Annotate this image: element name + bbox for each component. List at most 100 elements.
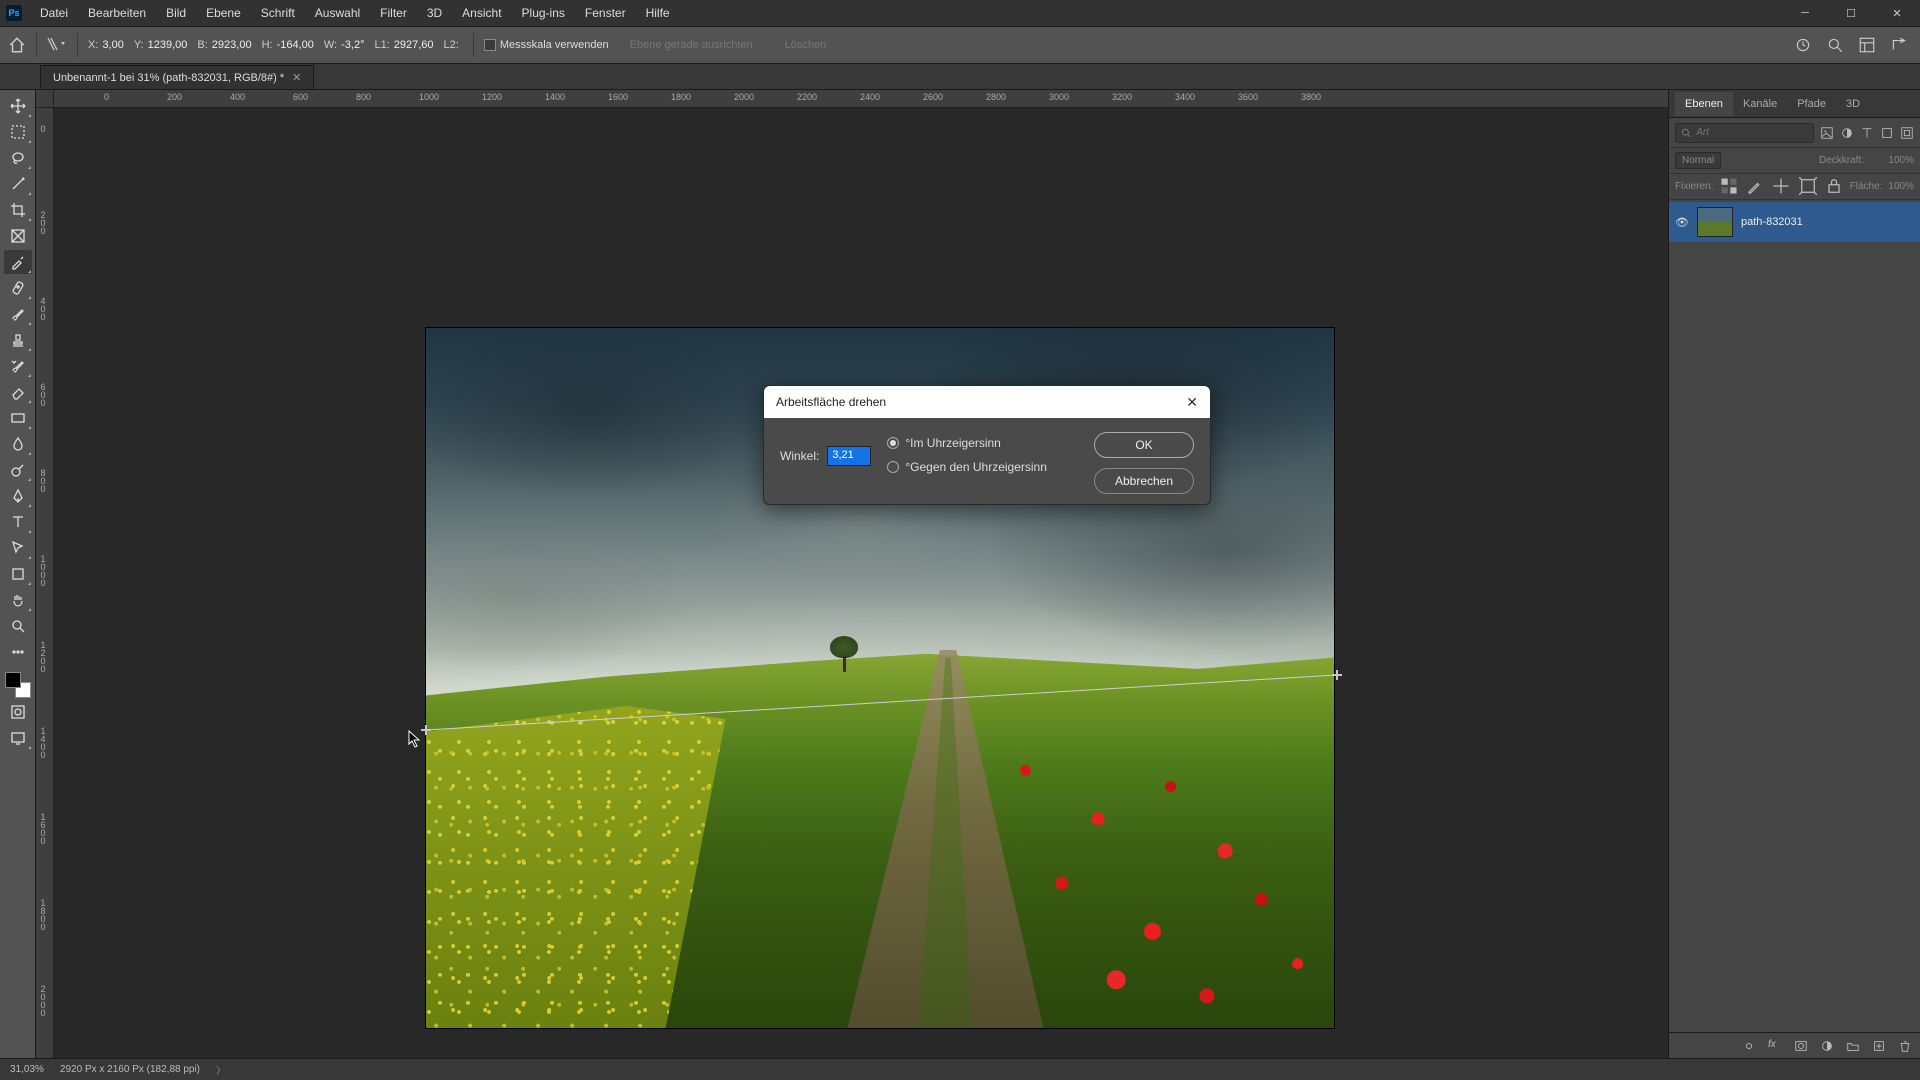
lock-pixels-icon[interactable] xyxy=(1719,176,1739,196)
lock-all-icon[interactable] xyxy=(1824,176,1844,196)
healing-tool[interactable] xyxy=(4,276,32,300)
straighten-button[interactable]: Ebene gerade ausrichten xyxy=(619,34,764,56)
crop-tool[interactable] xyxy=(4,198,32,222)
group-icon[interactable] xyxy=(1846,1039,1860,1053)
pen-tool[interactable] xyxy=(4,484,32,508)
menu-ansicht[interactable]: Ansicht xyxy=(452,2,511,24)
canvas-area[interactable]: 0200400600800100012001400160018002000 220… xyxy=(36,90,1668,1058)
frame-tool[interactable] xyxy=(4,224,32,248)
lasso-tool[interactable] xyxy=(4,146,32,170)
ccw-radio[interactable]: °Gegen den Uhrzeigersinn xyxy=(887,460,1047,474)
menu-datei[interactable]: Datei xyxy=(30,2,78,24)
zoom-level[interactable]: 31,03% xyxy=(10,1064,44,1075)
menu-schrift[interactable]: Schrift xyxy=(251,2,305,24)
status-chevron-icon[interactable]: 〉 xyxy=(216,1062,226,1077)
quickmask-icon[interactable] xyxy=(4,700,32,724)
cw-radio[interactable]: °Im Uhrzeigersinn xyxy=(887,436,1047,450)
delete-icon[interactable] xyxy=(1898,1039,1912,1053)
menu-3d[interactable]: 3D xyxy=(417,2,452,24)
layer-filter-input[interactable] xyxy=(1696,127,1809,138)
type-tool[interactable] xyxy=(4,510,32,534)
clear-button[interactable]: Löschen xyxy=(774,34,838,56)
window-maximize-button[interactable]: ☐ xyxy=(1828,0,1874,26)
hand-tool[interactable] xyxy=(4,588,32,612)
tool-preset-icon[interactable] xyxy=(47,36,67,55)
marquee-tool[interactable] xyxy=(4,120,32,144)
mask-icon[interactable] xyxy=(1794,1039,1808,1053)
home-icon[interactable] xyxy=(8,36,26,54)
lock-brush-icon[interactable] xyxy=(1745,176,1765,196)
menu-plugins[interactable]: Plug-ins xyxy=(512,2,575,24)
tab-pfade[interactable]: Pfade xyxy=(1787,92,1836,116)
ruler-tick: 400 xyxy=(38,296,48,320)
menu-auswahl[interactable]: Auswahl xyxy=(305,2,370,24)
eyedropper-tool[interactable] xyxy=(4,250,32,274)
use-scale-checkbox[interactable] xyxy=(484,39,496,51)
new-layer-icon[interactable] xyxy=(1872,1039,1886,1053)
dodge-tool[interactable] xyxy=(4,458,32,482)
menu-bearbeiten[interactable]: Bearbeiten xyxy=(78,2,156,24)
lock-position-icon[interactable] xyxy=(1771,176,1791,196)
layer-row[interactable]: 👁 path-832031 xyxy=(1669,202,1920,242)
layer-thumbnail[interactable] xyxy=(1697,207,1733,237)
angle-input[interactable]: 3,21 xyxy=(827,446,871,466)
stamp-tool[interactable] xyxy=(4,328,32,352)
shape-tool[interactable] xyxy=(4,562,32,586)
close-tab-icon[interactable]: ✕ xyxy=(292,71,301,84)
menu-ebene[interactable]: Ebene xyxy=(196,2,251,24)
window-minimize-button[interactable]: ─ xyxy=(1782,0,1828,26)
ok-button[interactable]: OK xyxy=(1094,432,1194,458)
menu-filter[interactable]: Filter xyxy=(370,2,417,24)
menu-fenster[interactable]: Fenster xyxy=(575,2,636,24)
menu-bar: Datei Bearbeiten Bild Ebene Schrift Ausw… xyxy=(30,0,680,26)
share-icon[interactable] xyxy=(1890,36,1908,54)
search-icon[interactable] xyxy=(1826,36,1844,54)
tab-kanaele[interactable]: Kanäle xyxy=(1733,92,1787,116)
color-swatches[interactable] xyxy=(5,672,31,698)
workspace-icon[interactable] xyxy=(1858,36,1876,54)
filter-shape-icon[interactable] xyxy=(1880,126,1894,140)
zoom-tool[interactable] xyxy=(4,614,32,638)
x-value: 3,00 xyxy=(102,39,123,51)
opacity-value[interactable]: 100% xyxy=(1870,155,1914,166)
window-close-button[interactable]: ✕ xyxy=(1874,0,1920,26)
filter-smart-icon[interactable] xyxy=(1900,126,1914,140)
cloud-icon[interactable] xyxy=(1794,36,1812,54)
filter-type-icon[interactable] xyxy=(1860,126,1874,140)
dialog-close-icon[interactable]: ✕ xyxy=(1186,394,1198,411)
screenmode-icon[interactable] xyxy=(4,726,32,750)
filter-image-icon[interactable] xyxy=(1820,126,1834,140)
blend-mode-select[interactable]: Normal xyxy=(1675,152,1721,169)
link-icon[interactable] xyxy=(1742,1039,1756,1053)
document-info[interactable]: 2920 Px x 2160 Px (182,88 ppi) xyxy=(60,1064,200,1075)
dialog-titlebar[interactable]: Arbeitsfläche drehen ✕ xyxy=(764,386,1210,418)
fx-icon[interactable]: fx xyxy=(1768,1039,1782,1053)
cancel-button[interactable]: Abbrechen xyxy=(1094,468,1194,494)
foreground-color[interactable] xyxy=(5,672,21,688)
document-tab[interactable]: Unbenannt-1 bei 31% (path-832031, RGB/8#… xyxy=(40,65,314,89)
adjustment-icon[interactable] xyxy=(1820,1039,1834,1053)
visibility-icon[interactable]: 👁 xyxy=(1675,216,1689,229)
move-tool[interactable] xyxy=(4,94,32,118)
wand-tool[interactable] xyxy=(4,172,32,196)
layer-filter-search[interactable] xyxy=(1675,123,1814,143)
brush-tool[interactable] xyxy=(4,302,32,326)
menu-bild[interactable]: Bild xyxy=(156,2,196,24)
gradient-tool[interactable] xyxy=(4,406,32,430)
filter-adjust-icon[interactable] xyxy=(1840,126,1854,140)
eraser-tool[interactable] xyxy=(4,380,32,404)
path-select-tool[interactable] xyxy=(4,536,32,560)
layer-name[interactable]: path-832031 xyxy=(1741,216,1803,228)
tab-ebenen[interactable]: Ebenen xyxy=(1675,92,1733,116)
ruler-vertical[interactable]: 0200400600800100012001400160018002000 xyxy=(36,108,54,1058)
ruler-horizontal[interactable]: 0200400600800100012001400160018002000220… xyxy=(54,90,1668,108)
tab-3d[interactable]: 3D xyxy=(1836,92,1870,116)
edit-toolbar-icon[interactable] xyxy=(4,640,32,664)
l1-label: L1: xyxy=(374,39,389,51)
lock-artboard-icon[interactable] xyxy=(1798,176,1818,196)
fill-value[interactable]: 100% xyxy=(1888,181,1914,192)
menu-hilfe[interactable]: Hilfe xyxy=(636,2,680,24)
blur-tool[interactable] xyxy=(4,432,32,456)
history-brush-tool[interactable] xyxy=(4,354,32,378)
ruler-tick: 2200 xyxy=(797,92,817,102)
